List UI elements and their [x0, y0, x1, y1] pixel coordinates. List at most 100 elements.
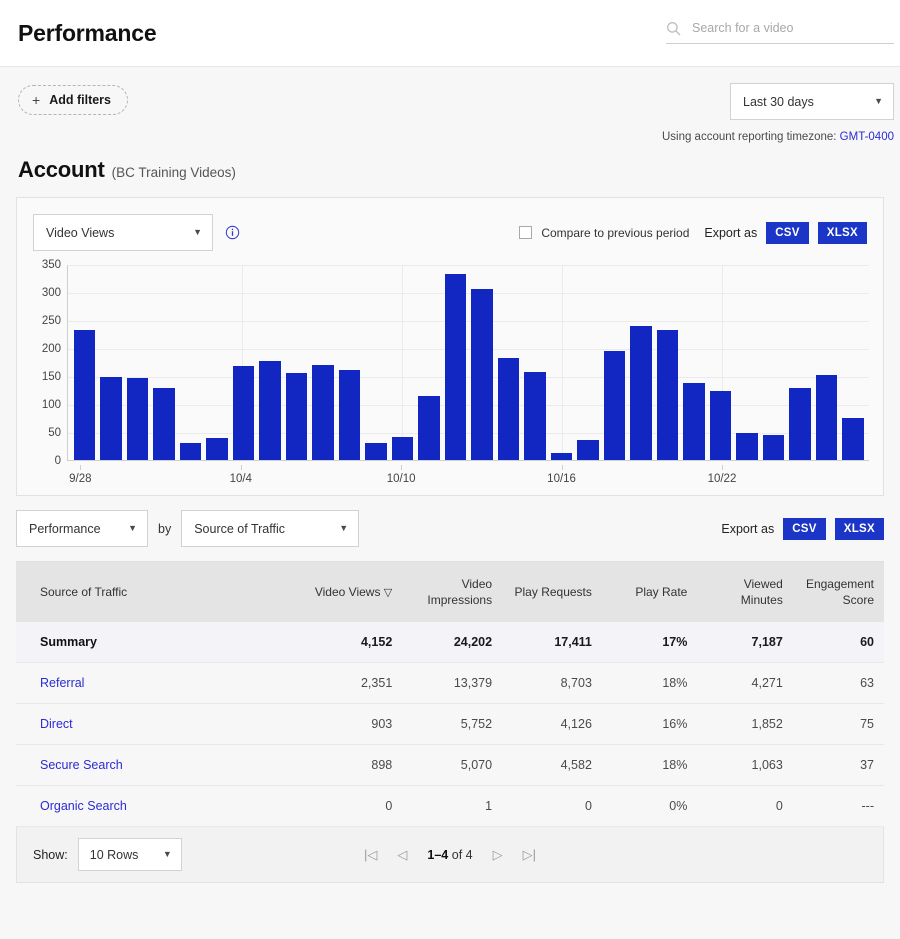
cell-video-views: 903	[302, 704, 402, 745]
y-axis-tick: 250	[42, 315, 61, 327]
search-box[interactable]	[666, 20, 894, 44]
column-header-video-views[interactable]: Video Views ▽	[302, 562, 402, 622]
chart-bar[interactable]	[259, 361, 281, 460]
chart-bar[interactable]	[206, 438, 228, 460]
source-of-traffic-link[interactable]: Referral	[40, 676, 84, 690]
source-of-traffic-link[interactable]: Organic Search	[40, 799, 127, 813]
cell-play-rate: 18%	[602, 745, 697, 786]
chart-bar[interactable]	[418, 396, 440, 460]
page-range-current: 1–4	[427, 848, 448, 862]
cell-video-impressions: 5,070	[402, 745, 502, 786]
cell-viewed-minutes: 1,063	[697, 745, 792, 786]
chart-bar[interactable]	[736, 433, 758, 460]
report-select[interactable]: Performance ▼	[16, 510, 148, 547]
add-filters-button[interactable]: + Add filters	[18, 85, 128, 115]
chart-bar[interactable]	[365, 443, 387, 460]
table-row: Summary4,15224,20217,41117%7,18760	[16, 622, 884, 663]
table-export-xlsx-button[interactable]: XLSX	[835, 518, 884, 540]
chart-bar[interactable]	[630, 326, 652, 460]
cell-video-impressions: 13,379	[402, 663, 502, 704]
x-axis-tick: 10/10	[387, 473, 416, 485]
chart-bar[interactable]	[657, 330, 679, 460]
chart-bar[interactable]	[100, 377, 122, 460]
x-axis-tick-mark	[241, 465, 242, 470]
table-export-csv-button[interactable]: CSV	[783, 518, 826, 540]
table-header: Source of Traffic Video Views ▽ Video Im…	[16, 562, 884, 622]
rows-per-page-select[interactable]: 10 Rows ▼	[78, 838, 182, 871]
next-page-button[interactable]: ▷	[493, 848, 503, 861]
search-input[interactable]	[690, 20, 894, 36]
table-row: Secure Search8985,0704,58218%1,06337	[16, 745, 884, 786]
chart-export-xlsx-button[interactable]: XLSX	[818, 222, 867, 244]
chart-export-label: Export as	[704, 226, 757, 240]
cell-video-impressions: 1	[402, 786, 502, 827]
table-row: Direct9035,7524,12616%1,85275	[16, 704, 884, 745]
chart-bar[interactable]	[789, 388, 811, 460]
column-header-source-of-traffic[interactable]: Source of Traffic	[16, 562, 302, 622]
column-header-play-rate[interactable]: Play Rate	[602, 562, 697, 622]
cell-video-views: 0	[302, 786, 402, 827]
chart-bar[interactable]	[74, 330, 96, 460]
chevron-down-icon: ▼	[128, 524, 137, 533]
column-header-engagement-score[interactable]: Engagement Score	[793, 562, 884, 622]
chart-bar[interactable]	[498, 358, 520, 460]
cell-video-views: 4,152	[302, 622, 402, 663]
cell-video-impressions: 5,752	[402, 704, 502, 745]
chevron-down-icon: ▼	[339, 524, 348, 533]
chart-bar[interactable]	[153, 388, 175, 460]
table-row: Referral2,35113,3798,70318%4,27163	[16, 663, 884, 704]
cell-play-requests: 8,703	[502, 663, 602, 704]
date-range-select[interactable]: Last 30 days ▼	[730, 83, 894, 120]
pager-controls: |◁ ◁ 1–4 of 4 ▷ ▷|	[364, 848, 536, 862]
chart-bar[interactable]	[683, 383, 705, 460]
timezone-link[interactable]: GMT-0400	[840, 131, 894, 143]
info-icon[interactable]	[225, 225, 240, 240]
cell-play-requests: 0	[502, 786, 602, 827]
cell-engagement-score: 63	[793, 663, 884, 704]
page-range-total: of 4	[448, 848, 472, 862]
dimension-select[interactable]: Source of Traffic ▼	[181, 510, 359, 547]
metric-select[interactable]: Video Views ▼	[33, 214, 213, 251]
source-of-traffic-link[interactable]: Secure Search	[40, 758, 123, 772]
y-axis-tick: 100	[42, 399, 61, 411]
date-range-value: Last 30 days	[743, 95, 814, 109]
chart-bar[interactable]	[842, 418, 864, 460]
cell-video-impressions: 24,202	[402, 622, 502, 663]
chart-plot-area	[67, 265, 869, 461]
chart-bar[interactable]	[763, 435, 785, 460]
chart-bar[interactable]	[445, 274, 467, 460]
chart-bar[interactable]	[339, 370, 361, 460]
account-heading: Account (BC Training Videos)	[0, 149, 900, 197]
chart-bar[interactable]	[710, 391, 732, 460]
cell-play-rate: 16%	[602, 704, 697, 745]
chart-bar[interactable]	[551, 453, 573, 460]
chart-bar[interactable]	[233, 366, 255, 460]
timezone-prefix: Using account reporting timezone:	[662, 131, 837, 143]
chart-bar[interactable]	[286, 373, 308, 460]
chart-bar[interactable]	[604, 351, 626, 460]
source-of-traffic-link[interactable]: Direct	[40, 717, 73, 731]
chart-bar[interactable]	[816, 375, 838, 460]
chart-bar[interactable]	[180, 443, 202, 460]
chart-bar[interactable]	[392, 437, 414, 460]
column-header-play-requests[interactable]: Play Requests	[502, 562, 602, 622]
chart-bar[interactable]	[577, 440, 599, 460]
first-page-button[interactable]: |◁	[364, 848, 377, 861]
last-page-button[interactable]: ▷|	[523, 848, 536, 861]
chart-bar[interactable]	[471, 289, 493, 460]
x-axis-tick: 9/28	[69, 473, 91, 485]
chart-bar[interactable]	[524, 372, 546, 460]
prev-page-button[interactable]: ◁	[397, 848, 407, 861]
chart-export-csv-button[interactable]: CSV	[766, 222, 809, 244]
cell-engagement-score: 75	[793, 704, 884, 745]
column-header-video-impressions[interactable]: Video Impressions	[402, 562, 502, 622]
chart-x-axis: 9/2810/410/1010/1610/22	[67, 465, 869, 491]
compare-checkbox[interactable]	[519, 226, 532, 239]
table-controls: Performance ▼ by Source of Traffic ▼ Exp…	[16, 510, 884, 547]
performance-table: Source of Traffic Video Views ▽ Video Im…	[16, 562, 884, 827]
chevron-down-icon: ▼	[874, 97, 883, 106]
column-header-viewed-minutes[interactable]: Viewed Minutes	[697, 562, 792, 622]
chart-bar[interactable]	[127, 378, 149, 460]
column-header-label: Video Views	[315, 585, 381, 599]
chart-bar[interactable]	[312, 365, 334, 460]
